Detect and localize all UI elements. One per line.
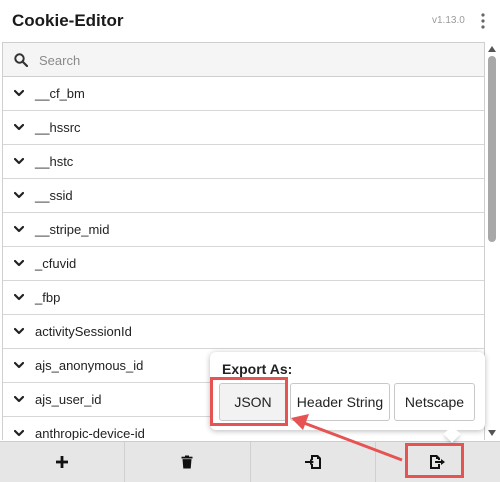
cookie-name: anthropic-device-id bbox=[35, 426, 145, 440]
chevron-down-icon bbox=[14, 361, 24, 369]
app-title: Cookie-Editor bbox=[12, 11, 124, 30]
cookie-name: activitySessionId bbox=[35, 324, 132, 339]
trash-icon bbox=[181, 455, 193, 469]
json-highlight-box bbox=[210, 377, 288, 426]
cookie-name: _cfuvid bbox=[35, 256, 77, 271]
scroll-up-arrow-icon[interactable] bbox=[488, 46, 496, 52]
cookie-name: __hssrc bbox=[35, 120, 81, 135]
chevron-down-icon bbox=[14, 259, 24, 267]
import-button[interactable] bbox=[251, 442, 376, 482]
chevron-down-icon bbox=[14, 157, 24, 165]
cookie-name: __hstc bbox=[35, 154, 74, 169]
chevron-down-icon bbox=[14, 293, 24, 301]
app-header: Cookie-Editor v1.13.0 bbox=[0, 0, 500, 42]
cookie-row[interactable]: __cf_bm bbox=[3, 77, 484, 111]
chevron-down-icon bbox=[14, 225, 24, 233]
search-bar bbox=[3, 43, 484, 77]
chevron-down-icon bbox=[14, 123, 24, 131]
chevron-down-icon bbox=[14, 89, 24, 97]
cookie-row[interactable]: _fbp bbox=[3, 281, 484, 315]
cookie-row[interactable]: activitySessionId bbox=[3, 315, 484, 349]
search-input[interactable] bbox=[39, 43, 469, 77]
cookie-name: __stripe_mid bbox=[35, 222, 110, 237]
chevron-down-icon bbox=[14, 327, 24, 335]
search-icon bbox=[14, 53, 28, 67]
add-cookie-button[interactable] bbox=[0, 442, 126, 482]
scroll-down-arrow-icon[interactable] bbox=[488, 430, 496, 436]
export-netscape-button[interactable]: Netscape bbox=[394, 383, 475, 421]
delete-all-button[interactable] bbox=[125, 442, 251, 482]
cookie-row[interactable]: __hstc bbox=[3, 145, 484, 179]
cookie-name: ajs_anonymous_id bbox=[35, 358, 144, 373]
cookie-name: __ssid bbox=[35, 188, 73, 203]
import-icon bbox=[304, 455, 321, 469]
version-label: v1.13.0 bbox=[432, 15, 465, 26]
cookie-row[interactable]: __stripe_mid bbox=[3, 213, 484, 247]
scrollbar-thumb[interactable] bbox=[488, 56, 496, 242]
cookie-row[interactable]: _cfuvid bbox=[3, 247, 484, 281]
export-highlight-box bbox=[405, 443, 464, 478]
chevron-down-icon bbox=[14, 191, 24, 199]
cookie-row[interactable]: __hssrc bbox=[3, 111, 484, 145]
chevron-down-icon bbox=[14, 429, 24, 437]
cookie-row[interactable]: __ssid bbox=[3, 179, 484, 213]
cookie-name: _fbp bbox=[35, 290, 61, 305]
plus-icon bbox=[56, 456, 69, 468]
chevron-down-icon bbox=[14, 395, 24, 403]
export-header-string-button[interactable]: Header String bbox=[290, 383, 390, 421]
export-as-title: Export As: bbox=[222, 361, 293, 377]
kebab-menu-icon[interactable] bbox=[477, 12, 489, 30]
scrollbar[interactable] bbox=[486, 42, 498, 440]
cookie-name: __cf_bm bbox=[35, 86, 85, 101]
cookie-name: ajs_user_id bbox=[35, 392, 102, 407]
